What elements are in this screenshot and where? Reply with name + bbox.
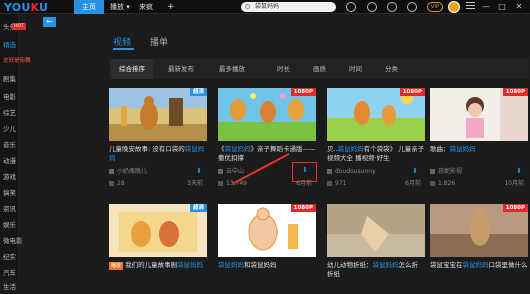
filter-newest[interactable]: 最新发布 — [168, 59, 194, 79]
top-bar: YOUKU 主页 播放 ▾ 来疯 + 袋鼠妈妈 VIP — □ ✕ — [0, 0, 530, 14]
minimize-icon[interactable]: — — [481, 1, 491, 13]
upload-icon[interactable] — [346, 2, 356, 12]
download-icon[interactable]: ⬇ — [515, 167, 523, 175]
avatar[interactable] — [448, 1, 460, 13]
back-button[interactable]: ← — [43, 17, 56, 27]
video-thumbnail[interactable]: 1080P — [218, 88, 316, 141]
video-author[interactable]: 小奶瓶晚儿 — [109, 167, 207, 176]
video-card[interactable]: 超清 儿童晚安故事: 没有口袋的袋鼠妈妈 小奶瓶晚儿 28 3天前 ⬇ — [109, 88, 207, 193]
sidebar-item-kids[interactable]: 少儿 — [0, 122, 19, 136]
video-thumbnail[interactable] — [327, 204, 425, 257]
youku-logo[interactable]: YOUKU — [4, 1, 48, 14]
video-thumbnail[interactable]: 超清 — [109, 88, 207, 141]
quality-badge: 1080P — [399, 88, 425, 96]
sidebar-item-street-dance[interactable]: 这就是街舞 — [0, 54, 31, 68]
quality-badge: 1080P — [290, 88, 316, 96]
maximize-icon[interactable]: □ — [497, 1, 507, 13]
sidebar-item-news[interactable]: 资讯 — [0, 202, 19, 216]
video-title[interactable]: 幼儿动物折纸：袋鼠妈妈怎么折 折纸 — [327, 261, 425, 279]
video-thumbnail[interactable]: 1080P — [327, 88, 425, 141]
tab-playlist[interactable]: 播单 — [150, 35, 168, 48]
video-stats: 971 6月前 — [327, 179, 425, 188]
video-title[interactable]: 播放 我们的儿童故事剧袋鼠妈妈 — [109, 261, 207, 279]
close-icon[interactable]: ✕ — [514, 1, 524, 13]
video-card[interactable]: 幼儿动物折纸：袋鼠妈妈怎么折 折纸 — [327, 204, 425, 278]
video-card[interactable]: 1080P 袋鼠妈妈和袋鼠妈妈 — [218, 204, 316, 278]
sidebar-item-featured[interactable]: 精选 — [0, 38, 19, 52]
tab-active-indicator — [113, 48, 134, 50]
video-title[interactable]: 袋鼠妈妈和袋鼠妈妈 — [218, 261, 316, 279]
sidebar-item-doc[interactable]: 纪实 — [0, 250, 19, 264]
video-title[interactable]: 《袋鼠妈妈》亲子舞蹈卡通版——撒优扣撑 — [218, 145, 316, 163]
filter-category[interactable]: 分类 — [385, 59, 398, 79]
quality-badge: 超清 — [189, 88, 207, 96]
sidebar-item-music[interactable]: 音乐 — [0, 138, 19, 152]
video-title[interactable]: 袋鼠宝宝在袋鼠妈妈口袋里做什么 — [430, 261, 528, 279]
video-title[interactable]: 儿童晚安故事: 没有口袋的袋鼠妈妈 — [109, 145, 207, 163]
filter-bar: 综合排序 最新发布 最多播放 时长 画质 时间 分类 — [109, 59, 529, 79]
sidebar: 头条 HOT 精选 这就是街舞 剧集 电影 综艺 少儿 音乐 动漫 游戏 搞笑 … — [0, 14, 31, 291]
nav-play[interactable]: 播放 ▾ — [110, 0, 130, 14]
video-thumbnail[interactable]: 1080P — [430, 204, 528, 257]
sidebar-item-funny[interactable]: 搞笑 — [0, 186, 19, 200]
search-icon[interactable] — [245, 4, 250, 9]
nav-home[interactable]: 主页 — [74, 0, 104, 14]
video-stats: 1,826 10月前 — [430, 179, 528, 188]
menu-icon[interactable] — [466, 2, 475, 11]
sidebar-item-drama[interactable]: 剧集 — [0, 72, 19, 86]
video-title[interactable]: 歌曲：袋鼠妈妈 — [430, 145, 528, 163]
video-thumbnail[interactable]: 超清 — [109, 204, 207, 257]
quality-badge: 超清 — [189, 204, 207, 212]
history-icon[interactable] — [367, 2, 377, 12]
tab-video[interactable]: 视频 — [113, 35, 131, 48]
quality-badge: 1080P — [290, 204, 316, 212]
filter-most-played[interactable]: 最多播放 — [219, 59, 245, 79]
play-tag: 播放 — [109, 262, 124, 270]
sidebar-item-movie[interactable]: 电影 — [0, 90, 19, 104]
quality-badge: 1080P — [502, 88, 528, 96]
video-card[interactable]: 1080P 贝..袋鼠妈妈有个袋袋》 儿童亲子视频大全 播视频·好生 doudo… — [327, 88, 425, 193]
quality-badge: 1080P — [502, 204, 528, 212]
nav-add[interactable]: + — [167, 0, 175, 14]
sidebar-item-ent[interactable]: 娱乐 — [0, 218, 19, 232]
video-card[interactable]: 1080P 袋鼠宝宝在袋鼠妈妈口袋里做什么 — [430, 204, 528, 278]
annotation-highlight-box — [292, 162, 317, 182]
video-title[interactable]: 贝..袋鼠妈妈有个袋袋》 儿童亲子视频大全 播视频·好生 — [327, 145, 425, 163]
filter-relevance[interactable]: 综合排序 — [111, 59, 153, 79]
video-thumbnail[interactable]: 1080P — [218, 204, 316, 257]
sidebar-item-game[interactable]: 游戏 — [0, 170, 19, 184]
sidebar-item-anime[interactable]: 动漫 — [0, 154, 19, 168]
video-card[interactable]: 超清 播放 我们的儿童故事剧袋鼠妈妈 — [109, 204, 207, 278]
search-input[interactable]: 袋鼠妈妈 — [241, 2, 336, 12]
video-author[interactable]: 孩妮影视 — [430, 167, 528, 176]
sidebar-item-variety[interactable]: 综艺 — [0, 106, 19, 120]
filter-quality[interactable]: 画质 — [313, 59, 326, 79]
hot-badge: HOT — [12, 23, 26, 30]
nav-laifeng[interactable]: 来疯 — [139, 0, 153, 14]
filter-duration[interactable]: 时长 — [277, 59, 290, 79]
filter-time[interactable]: 时间 — [349, 59, 362, 79]
thumbnail-image — [327, 204, 425, 257]
skin-icon[interactable] — [407, 2, 417, 12]
video-thumbnail[interactable]: 1080P — [430, 88, 528, 141]
video-card[interactable]: 1080P 歌曲：袋鼠妈妈 孩妮影视 1,826 10月前 ⬇ — [430, 88, 528, 193]
video-stats: 28 3天前 — [109, 179, 207, 188]
message-icon[interactable] — [387, 2, 397, 12]
download-icon[interactable]: ⬇ — [195, 167, 203, 175]
sidebar-item-microfilm[interactable]: 微电影 — [0, 234, 23, 248]
download-icon[interactable]: ⬇ — [411, 167, 419, 175]
vip-button[interactable]: VIP — [427, 2, 443, 12]
sidebar-item-headline[interactable]: 头条 HOT — [0, 20, 26, 34]
sidebar-item-life[interactable]: 生活 — [0, 280, 19, 294]
